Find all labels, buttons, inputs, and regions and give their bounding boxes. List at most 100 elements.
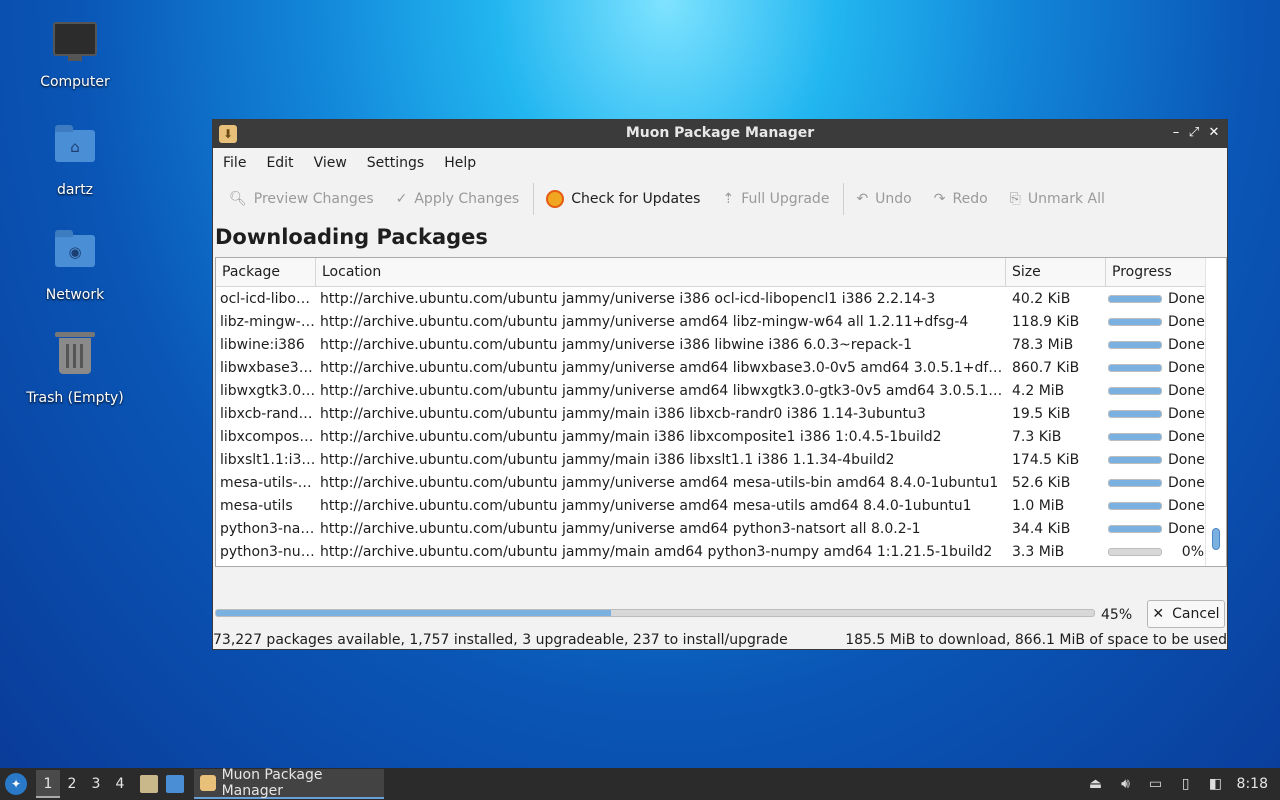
close-icon[interactable]: ✕ — [1205, 124, 1223, 142]
full-upgrade-button[interactable]: ⇡ Full Upgrade — [722, 191, 829, 207]
package-cell: libxcb-randr0:i386 — [220, 405, 316, 422]
table-row[interactable]: libwine:i386 http://archive.ubuntu.com/ub… — [216, 333, 1206, 356]
table-row[interactable]: mesa-utils-bin http://archive.ubuntu.com/… — [216, 471, 1206, 494]
progress-cell: Done — [1106, 429, 1206, 445]
column-header-progress[interactable]: Progress — [1106, 258, 1206, 286]
size-cell: 52.6 KiB — [1012, 474, 1071, 491]
notification-icon[interactable]: ◧ — [1207, 776, 1225, 792]
status-bar: 73,227 packages available, 1,757 install… — [213, 630, 1227, 650]
table-row[interactable]: python3-natsorthttp://archive.ubuntu.com… — [216, 517, 1206, 540]
computer-icon — [51, 22, 99, 70]
desktop-icon-label: Trash (Empty) — [26, 390, 124, 406]
table-header: Package Location Size Progress — [216, 258, 1206, 287]
row-progress-bar — [1108, 432, 1162, 441]
maximize-icon[interactable]: ⤢ — [1185, 124, 1203, 142]
table-row[interactable]: libwxgtk3.0-gtk3-0v5http://archive.ubunt… — [216, 379, 1206, 402]
desktop-icon-network[interactable]: ◉ Network — [20, 227, 130, 303]
workspace-3[interactable]: 3 — [84, 776, 108, 792]
undo-button[interactable]: ↶ Undo — [856, 191, 911, 207]
volume-icon[interactable]: 🔊︎ — [1117, 776, 1135, 792]
table-row[interactable]: libxslt1.1:i386 http://archive.ubuntu.com… — [216, 448, 1206, 471]
table-row[interactable]: python3-numpyhttp://archive.ubuntu.com/u… — [216, 540, 1206, 563]
table-row[interactable]: ocl-icd-libopencl1http://archive.ubuntu.… — [216, 287, 1206, 310]
table-row[interactable]: libwxbase3.0-0v5http://archive.ubuntu.co… — [216, 356, 1206, 379]
progress-cell: Done — [1106, 521, 1206, 537]
start-menu-icon[interactable]: ✦ — [5, 773, 27, 795]
toolbar-separator — [843, 183, 845, 215]
location-cell: http://archive.ubuntu.com/ubuntu jammy/m… — [320, 428, 942, 445]
file-manager-icon[interactable] — [140, 775, 158, 793]
progress-cell: Done — [1106, 360, 1206, 376]
size-cell: 40.2 KiB — [1012, 290, 1071, 307]
row-progress-text: Done — [1168, 497, 1205, 514]
show-desktop-icon[interactable] — [166, 775, 184, 793]
apply-changes-label: Apply Changes — [414, 191, 520, 207]
menu-file[interactable]: File — [223, 155, 246, 171]
redo-button[interactable]: ↷ Redo — [934, 191, 988, 207]
toolbar-separator — [533, 183, 535, 215]
window-title: Muon Package Manager — [625, 125, 815, 141]
workspace-2[interactable]: 2 — [60, 776, 84, 792]
desktop-icon-computer[interactable]: Computer — [20, 18, 130, 90]
row-progress-bar — [1108, 455, 1162, 464]
row-progress-text: Done — [1168, 313, 1205, 330]
location-cell: http://archive.ubuntu.com/ubuntu jammy/u… — [320, 520, 921, 537]
scrollbar-thumb[interactable] — [1212, 528, 1220, 550]
check-for-updates-button[interactable]: Check for Updates — [546, 190, 700, 208]
menu-edit[interactable]: Edit — [266, 155, 293, 171]
size-cell: 34.4 KiB — [1012, 520, 1071, 537]
package-cell: python3-natsort — [220, 520, 316, 537]
size-cell: 174.5 KiB — [1012, 451, 1080, 468]
location-cell: http://archive.ubuntu.com/ubuntu jammy/m… — [320, 543, 993, 560]
column-header-size[interactable]: Size — [1006, 258, 1106, 286]
system-tray: ⏏ 🔊︎ ▭ ▯ ◧ 8:18 — [1087, 776, 1280, 792]
menu-help[interactable]: Help — [444, 155, 476, 171]
desktop-icon-home[interactable]: ⌂ dartz — [20, 122, 130, 198]
minimize-icon[interactable]: – — [1167, 124, 1185, 142]
total-progress-percent: 45% — [1101, 607, 1133, 623]
size-cell: 19.5 KiB — [1012, 405, 1071, 422]
row-progress-bar — [1108, 547, 1162, 556]
menu-view[interactable]: View — [314, 155, 347, 171]
task-muon-package-manager[interactable]: Muon Package Manager — [194, 767, 384, 799]
table-row[interactable]: mesa-utils http://archive.ubuntu.com/ubun… — [216, 494, 1206, 517]
preview-changes-label: Preview Changes — [253, 191, 374, 207]
package-cell: mesa-utils — [220, 497, 293, 514]
task-label: Muon Package Manager — [221, 767, 323, 799]
row-progress-bar — [1108, 478, 1162, 487]
progress-cell: Done — [1106, 475, 1206, 491]
menu-settings[interactable]: Settings — [367, 155, 424, 171]
column-header-location[interactable]: Location — [316, 258, 1006, 286]
table-row[interactable]: libxcb-randr0:i386http://archive.ubuntu.… — [216, 402, 1206, 425]
window-titlebar[interactable]: ⬇ Muon Package Manager – ⤢ ✕ — [213, 120, 1227, 148]
location-cell: http://archive.ubuntu.com/ubuntu jammy/u… — [320, 382, 1006, 399]
unmark-all-button[interactable]: ⎘ Unmark All — [1010, 191, 1105, 207]
apply-changes-button[interactable]: ✓ Apply Changes — [396, 191, 520, 207]
package-cell: mesa-utils-bin — [220, 474, 316, 491]
check-for-updates-label: Check for Updates — [571, 191, 701, 207]
workspace-4[interactable]: 4 — [108, 776, 132, 792]
location-cell: http://archive.ubuntu.com/ubuntu jammy/u… — [320, 290, 936, 307]
size-cell: 7.3 KiB — [1012, 428, 1062, 445]
clock[interactable]: 8:18 — [1237, 776, 1268, 792]
package-cell: libwine:i386 — [220, 336, 305, 353]
row-progress-bar — [1108, 317, 1162, 326]
network-icon[interactable]: ▭ — [1147, 776, 1165, 792]
workspace-1[interactable]: 1 — [36, 770, 60, 798]
table-row[interactable]: libz-mingw-w64http://archive.ubuntu.com/… — [216, 310, 1206, 333]
eject-icon[interactable]: ⏏ — [1087, 776, 1105, 792]
preview-changes-button[interactable]: 🔍︎ Preview Changes — [229, 191, 374, 207]
table-row[interactable]: libxcomposite1:i386http://archive.ubuntu… — [216, 425, 1206, 448]
row-progress-text: Done — [1168, 405, 1205, 422]
desktop-icon-trash[interactable]: Trash (Empty) — [20, 332, 130, 406]
location-cell: http://archive.ubuntu.com/ubuntu jammy/u… — [320, 497, 972, 514]
cancel-button[interactable]: ✕ Cancel — [1147, 600, 1225, 628]
size-cell: 860.7 KiB — [1012, 359, 1080, 376]
row-progress-text: Done — [1168, 451, 1205, 468]
undo-label: Undo — [875, 191, 912, 207]
column-header-package[interactable]: Package — [216, 258, 316, 286]
vertical-scrollbar[interactable] — [1205, 258, 1226, 566]
size-cell: 4.2 MiB — [1012, 382, 1065, 399]
location-cell: http://archive.ubuntu.com/ubuntu jammy/u… — [320, 474, 999, 491]
clipboard-icon[interactable]: ▯ — [1177, 776, 1195, 792]
